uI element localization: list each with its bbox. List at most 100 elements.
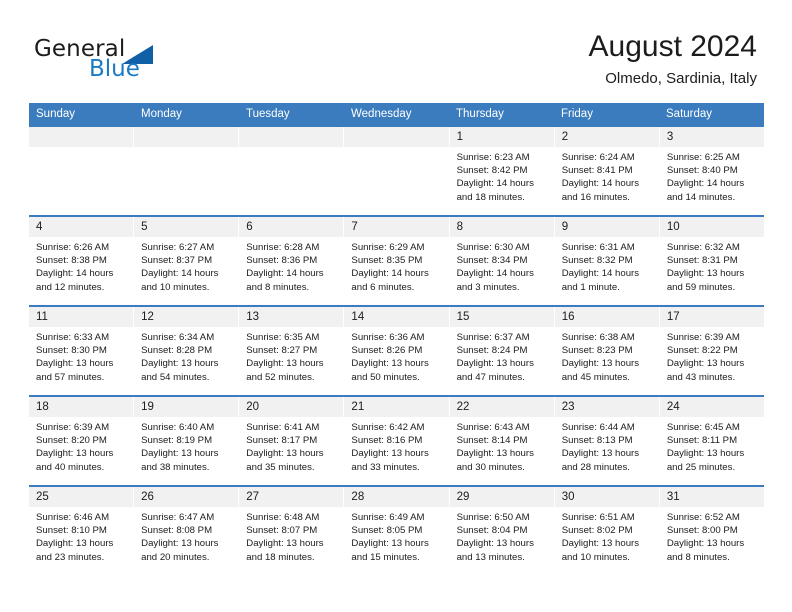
daylight-text-line1: Daylight: 14 hours bbox=[456, 178, 534, 190]
sunrise-text: Sunrise: 6:41 AM bbox=[246, 422, 320, 433]
day-number: 1 bbox=[449, 127, 554, 147]
sunset-text: Sunset: 8:38 PM bbox=[36, 255, 107, 267]
calendar-day-cell[interactable]: 14 Sunrise: 6:36 AM Sunset: 8:26 PM Dayligh… bbox=[344, 307, 450, 395]
calendar-day-cell[interactable]: 13 Sunrise: 6:35 AM Sunset: 8:27 PM Dayligh… bbox=[239, 307, 345, 395]
sunset-text: Sunset: 8:22 PM bbox=[666, 345, 738, 357]
daylight-text-line1: Daylight: 13 hours bbox=[666, 538, 745, 550]
day-sun-info: Sunrise: 6:36 AM Sunset: 8:26 PM Daylight:… bbox=[344, 327, 448, 384]
day-number: 4 bbox=[29, 217, 134, 237]
daylight-text-line2: and 23 minutes. bbox=[36, 551, 105, 563]
day-sun-info: Sunrise: 6:35 AM Sunset: 8:27 PM Daylight:… bbox=[239, 327, 343, 384]
general-blue-logo: General Blue bbox=[34, 36, 214, 84]
calendar-day-cell[interactable]: 27 Sunrise: 6:48 AM Sunset: 8:07 PM Dayligh… bbox=[239, 487, 345, 575]
calendar-day-cell[interactable]: 23 Sunrise: 6:44 AM Sunset: 8:13 PM Dayligh… bbox=[554, 397, 660, 485]
day-sun-info: Sunrise: 6:29 AM Sunset: 8:35 PM Daylight:… bbox=[344, 237, 448, 294]
daylight-text-line1: Daylight: 13 hours bbox=[141, 538, 219, 550]
day-number: 3 bbox=[659, 127, 764, 147]
daylight-text-line1: Daylight: 14 hours bbox=[246, 268, 324, 280]
calendar-day-cell[interactable]: 8 Sunrise: 6:30 AM Sunset: 8:34 PM Daylight… bbox=[449, 217, 555, 305]
calendar-day-cell[interactable]: 31 Sunrise: 6:52 AM Sunset: 8:00 PM Dayligh… bbox=[659, 487, 764, 575]
calendar-day-cell[interactable]: 15 Sunrise: 6:37 AM Sunset: 8:24 PM Dayligh… bbox=[449, 307, 555, 395]
sunrise-text: Sunrise: 6:39 AM bbox=[666, 332, 740, 343]
calendar-week-row: 25 Sunrise: 6:46 AM Sunset: 8:10 PM Dayligh… bbox=[29, 485, 764, 577]
daylight-text-line1: Daylight: 13 hours bbox=[36, 448, 114, 460]
calendar-day-cell[interactable]: 12 Sunrise: 6:34 AM Sunset: 8:28 PM Dayligh… bbox=[134, 307, 240, 395]
day-number: 13 bbox=[239, 307, 344, 327]
daylight-text-line1: Daylight: 13 hours bbox=[456, 358, 534, 370]
calendar-day-cell[interactable]: 10 Sunrise: 6:32 AM Sunset: 8:31 PM Dayligh… bbox=[659, 217, 764, 305]
calendar-day-cell[interactable]: 17 Sunrise: 6:39 AM Sunset: 8:22 PM Dayligh… bbox=[659, 307, 764, 395]
daylight-text-line2: and 10 minutes. bbox=[561, 551, 630, 563]
calendar-day-cell[interactable]: 19 Sunrise: 6:40 AM Sunset: 8:19 PM Dayligh… bbox=[134, 397, 240, 485]
calendar-day-cell[interactable]: 29 Sunrise: 6:50 AM Sunset: 8:04 PM Dayligh… bbox=[449, 487, 555, 575]
daylight-text-line2: and 25 minutes. bbox=[666, 461, 736, 473]
calendar-day-cell[interactable]: 9 Sunrise: 6:31 AM Sunset: 8:32 PM Daylight… bbox=[554, 217, 660, 305]
sunset-text: Sunset: 8:41 PM bbox=[561, 165, 633, 177]
daylight-text-line2: and 40 minutes. bbox=[36, 461, 105, 473]
daylight-text-line2: and 20 minutes. bbox=[141, 551, 210, 563]
daylight-text-line1: Daylight: 14 hours bbox=[141, 268, 219, 280]
calendar-day-cell[interactable]: 22 Sunrise: 6:43 AM Sunset: 8:14 PM Dayligh… bbox=[449, 397, 555, 485]
daylight-text-line1: Daylight: 13 hours bbox=[351, 538, 429, 550]
day-sun-info: Sunrise: 6:48 AM Sunset: 8:07 PM Daylight:… bbox=[239, 507, 343, 564]
calendar-day-cell[interactable]: 6 Sunrise: 6:28 AM Sunset: 8:36 PM Daylight… bbox=[239, 217, 345, 305]
calendar-day-cell[interactable]: 24 Sunrise: 6:45 AM Sunset: 8:11 PM Dayligh… bbox=[659, 397, 764, 485]
day-number: 22 bbox=[449, 397, 554, 417]
day-sun-info: Sunrise: 6:27 AM Sunset: 8:37 PM Daylight:… bbox=[134, 237, 238, 294]
day-sun-info: Sunrise: 6:39 AM Sunset: 8:20 PM Daylight:… bbox=[29, 417, 133, 474]
sunset-text: Sunset: 8:04 PM bbox=[456, 525, 528, 537]
day-number: 9 bbox=[554, 217, 659, 237]
calendar-day-cell[interactable]: 21 Sunrise: 6:42 AM Sunset: 8:16 PM Dayligh… bbox=[344, 397, 450, 485]
daylight-text-line2: and 52 minutes. bbox=[246, 371, 315, 383]
daylight-text-line1: Daylight: 14 hours bbox=[36, 268, 114, 280]
daylight-text-line1: Daylight: 13 hours bbox=[351, 448, 429, 460]
calendar-day-cell[interactable]: 11 Sunrise: 6:33 AM Sunset: 8:30 PM Dayligh… bbox=[29, 307, 135, 395]
sunset-text: Sunset: 8:30 PM bbox=[36, 345, 107, 357]
sunrise-text: Sunrise: 6:43 AM bbox=[456, 422, 530, 433]
sunrise-text: Sunrise: 6:28 AM bbox=[246, 242, 320, 253]
day-number: 25 bbox=[29, 487, 134, 507]
sunrise-text: Sunrise: 6:50 AM bbox=[456, 512, 530, 523]
page-title: August 2024 bbox=[588, 30, 757, 63]
sunrise-text: Sunrise: 6:29 AM bbox=[351, 242, 425, 253]
calendar-day-cell[interactable]: 1 Sunrise: 6:23 AM Sunset: 8:42 PM Daylight… bbox=[449, 127, 555, 215]
page-header: General Blue August 2024 Olmedo, Sardini… bbox=[0, 0, 792, 100]
sunset-text: Sunset: 8:00 PM bbox=[666, 525, 738, 537]
calendar-week-row: 18 Sunrise: 6:39 AM Sunset: 8:20 PM Dayligh… bbox=[29, 395, 764, 485]
day-sun-info: Sunrise: 6:34 AM Sunset: 8:28 PM Daylight:… bbox=[134, 327, 238, 384]
sunrise-text: Sunrise: 6:25 AM bbox=[666, 152, 740, 163]
calendar-day-cell[interactable]: 2 Sunrise: 6:24 AM Sunset: 8:41 PM Daylight… bbox=[554, 127, 660, 215]
calendar-week-row: 1 Sunrise: 6:23 AM Sunset: 8:42 PM Daylight… bbox=[29, 125, 764, 215]
sunset-text: Sunset: 8:42 PM bbox=[456, 165, 528, 177]
calendar-day-cell[interactable]: 26 Sunrise: 6:47 AM Sunset: 8:08 PM Dayligh… bbox=[134, 487, 240, 575]
daylight-text-line2: and 18 minutes. bbox=[246, 551, 315, 563]
day-number: 26 bbox=[134, 487, 239, 507]
calendar-day-cell[interactable]: 5 Sunrise: 6:27 AM Sunset: 8:37 PM Daylight… bbox=[134, 217, 240, 305]
day-sun-info: Sunrise: 6:47 AM Sunset: 8:08 PM Daylight:… bbox=[134, 507, 238, 564]
calendar-day-cell[interactable]: 3 Sunrise: 6:25 AM Sunset: 8:40 PM Daylight… bbox=[659, 127, 764, 215]
sunrise-text: Sunrise: 6:24 AM bbox=[561, 152, 635, 163]
day-sun-info: Sunrise: 6:43 AM Sunset: 8:14 PM Daylight:… bbox=[450, 417, 554, 474]
daylight-text-line2: and 45 minutes. bbox=[561, 371, 630, 383]
calendar-day-cell[interactable]: 4 Sunrise: 6:26 AM Sunset: 8:38 PM Daylight… bbox=[29, 217, 135, 305]
weekday-header-friday: Friday bbox=[561, 108, 593, 120]
calendar-day-cell[interactable]: 7 Sunrise: 6:29 AM Sunset: 8:35 PM Daylight… bbox=[344, 217, 450, 305]
sunrise-text: Sunrise: 6:51 AM bbox=[561, 512, 635, 523]
calendar-day-cell[interactable]: 18 Sunrise: 6:39 AM Sunset: 8:20 PM Dayligh… bbox=[29, 397, 135, 485]
day-number: 11 bbox=[29, 307, 134, 327]
sunrise-text: Sunrise: 6:42 AM bbox=[351, 422, 425, 433]
daylight-text-line2: and 50 minutes. bbox=[351, 371, 420, 383]
sunset-text: Sunset: 8:14 PM bbox=[456, 435, 528, 447]
daylight-text-line1: Daylight: 14 hours bbox=[561, 178, 640, 190]
calendar-day-cell[interactable]: 20 Sunrise: 6:41 AM Sunset: 8:17 PM Dayligh… bbox=[239, 397, 345, 485]
calendar-day-cell[interactable]: 16 Sunrise: 6:38 AM Sunset: 8:23 PM Dayligh… bbox=[554, 307, 660, 395]
daylight-text-line1: Daylight: 13 hours bbox=[666, 358, 745, 370]
calendar-day-cell[interactable]: 30 Sunrise: 6:51 AM Sunset: 8:02 PM Dayligh… bbox=[554, 487, 660, 575]
daylight-text-line1: Daylight: 13 hours bbox=[456, 538, 534, 550]
daylight-text-line1: Daylight: 13 hours bbox=[561, 448, 640, 460]
day-sun-info: Sunrise: 6:24 AM Sunset: 8:41 PM Daylight:… bbox=[555, 147, 659, 204]
day-sun-info: Sunrise: 6:23 AM Sunset: 8:42 PM Daylight:… bbox=[450, 147, 554, 204]
calendar-day-cell[interactable]: 28 Sunrise: 6:49 AM Sunset: 8:05 PM Dayligh… bbox=[344, 487, 450, 575]
calendar-day-cell[interactable]: 25 Sunrise: 6:46 AM Sunset: 8:10 PM Dayligh… bbox=[29, 487, 135, 575]
sunrise-text: Sunrise: 6:31 AM bbox=[561, 242, 635, 253]
